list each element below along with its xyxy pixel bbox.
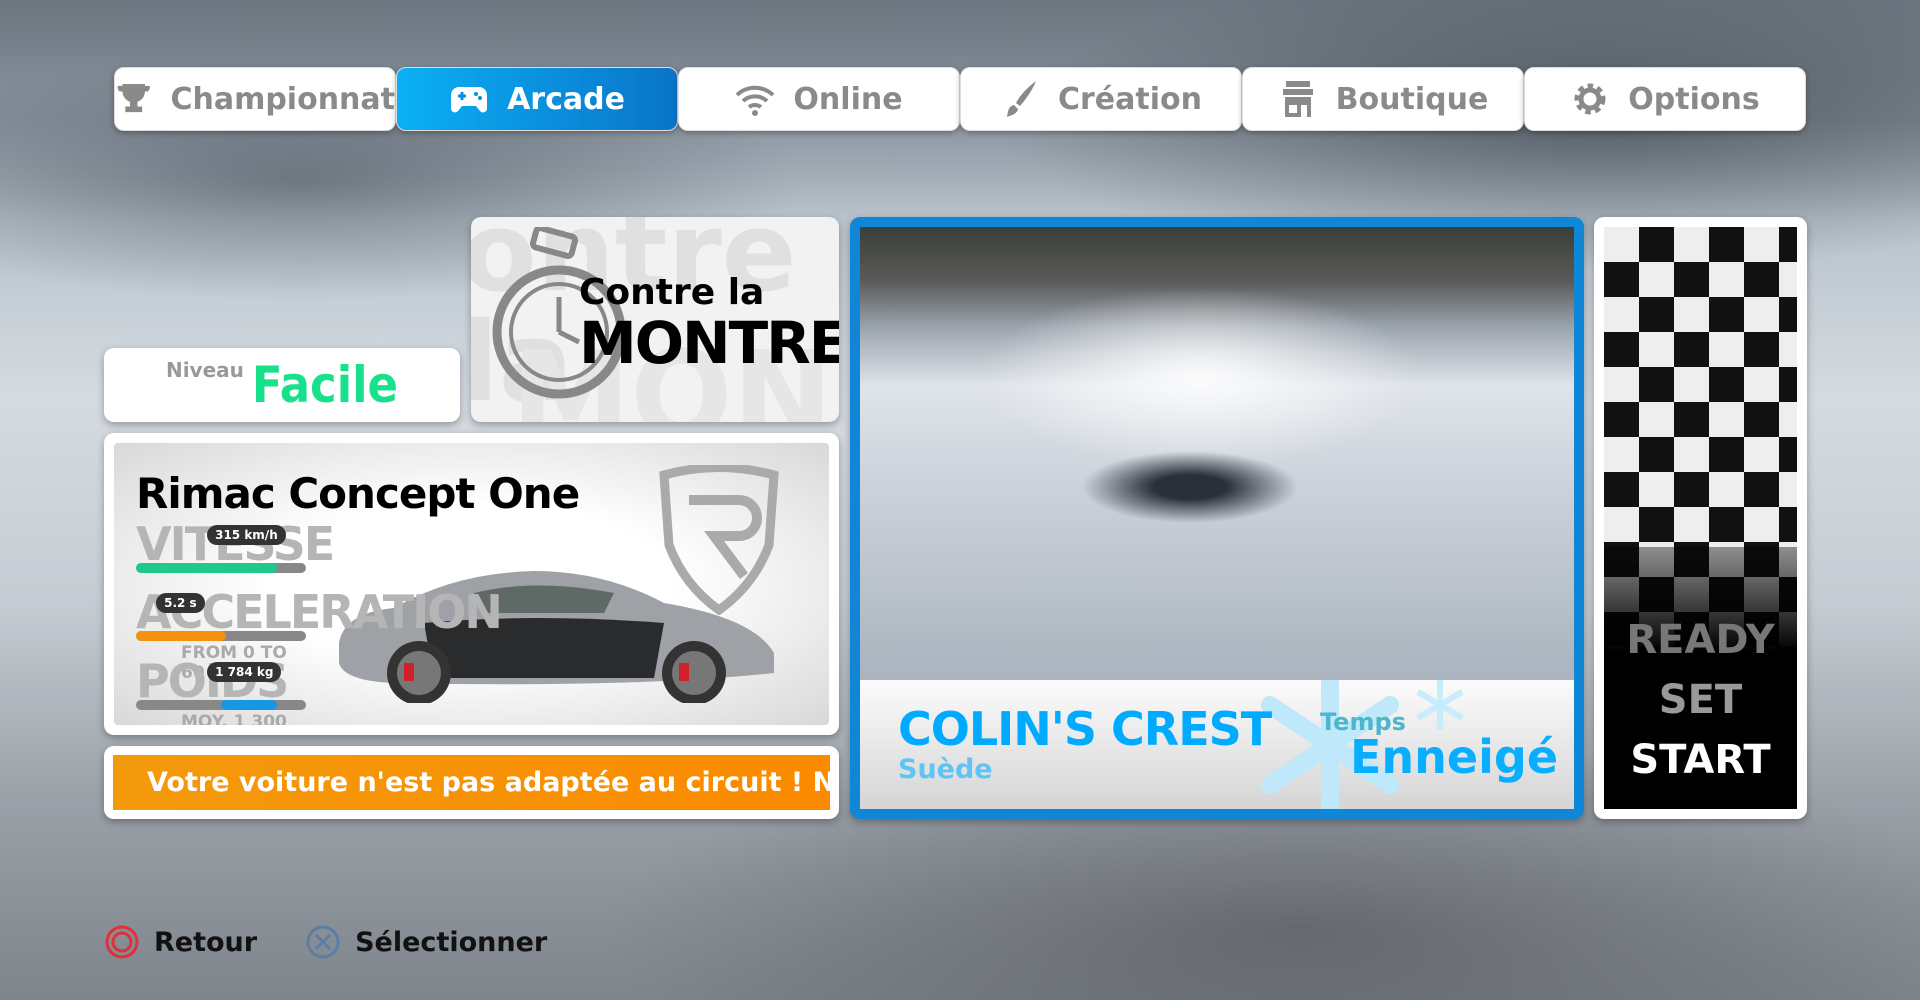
wifi-icon <box>736 85 775 116</box>
stat-bar-fill <box>136 631 227 641</box>
warning-text: Votre voiture n'est pas adaptée au circu… <box>147 767 830 798</box>
brush-icon <box>1007 81 1036 117</box>
tab-label: Championnat <box>170 81 395 117</box>
difficulty-selector[interactable]: Niveau Facile <box>104 348 460 422</box>
back-label: Retour <box>154 926 258 958</box>
start-text: START <box>1630 737 1771 783</box>
trophy-icon <box>117 84 150 113</box>
tab-options[interactable]: Options <box>1524 67 1806 131</box>
stat-sub: MOY. 1 300 KG <box>181 712 287 725</box>
car-card[interactable]: Rimac Concept One VITESSE 315 km/h ACCEL… <box>104 433 839 735</box>
select-label: Sélectionner <box>355 926 548 958</box>
track-card[interactable]: COLIN'S CREST Suède Temps Enneigé <box>850 217 1584 819</box>
stat-vitesse: VITESSE 315 km/h <box>136 521 335 575</box>
footer-controls: Retour Sélectionner <box>104 924 547 960</box>
stat-bar <box>136 563 306 573</box>
cross-button-icon <box>306 925 340 959</box>
mode-title-line2: MONTRE <box>579 309 839 377</box>
tab-label: Boutique <box>1335 81 1489 117</box>
gamepad-icon <box>451 87 488 113</box>
start-button[interactable]: READY SET START <box>1594 217 1807 819</box>
shop-icon <box>1282 81 1313 117</box>
stat-bar <box>136 700 306 710</box>
stat-bar <box>136 631 306 641</box>
mode-title-line1: Contre la <box>579 272 765 313</box>
tab-online[interactable]: Online <box>678 67 960 131</box>
tab-label: Création <box>1058 81 1202 117</box>
tab-championnat[interactable]: Championnat <box>114 67 396 131</box>
gear-icon <box>1574 83 1606 115</box>
stat-bar-fill <box>221 700 278 710</box>
stat-poids: POIDS 1 784 kg MOY. 1 300 KG <box>136 658 306 725</box>
tab-label: Arcade <box>507 81 625 117</box>
ready-text: READY <box>1626 617 1775 663</box>
track-photo <box>860 227 1574 680</box>
track-name: COLIN'S CREST <box>898 702 1272 756</box>
difficulty-label: Niveau <box>165 358 244 382</box>
tab-boutique[interactable]: Boutique <box>1242 67 1524 131</box>
stat-bar-fill <box>136 563 278 573</box>
main-nav: Championnat Arcade Online Création Bouti… <box>114 67 1806 131</box>
stat-value: 1 784 kg <box>207 662 282 682</box>
circle-button-icon <box>105 925 139 959</box>
tab-label: Options <box>1628 81 1760 117</box>
tab-creation[interactable]: Création <box>960 67 1242 131</box>
tab-arcade[interactable]: Arcade <box>396 67 678 131</box>
weather-value: Enneigé <box>1350 730 1559 784</box>
car-name: Rimac Concept One <box>136 469 580 518</box>
stat-value: 315 km/h <box>207 525 286 545</box>
select-button[interactable]: Sélectionner <box>305 924 547 960</box>
warning-banner: Votre voiture n'est pas adaptée au circu… <box>104 746 839 819</box>
back-button[interactable]: Retour <box>104 924 257 960</box>
mode-card[interactable]: ontre la MON Contre la MONTRE <box>471 217 839 422</box>
tab-label: Online <box>793 81 903 117</box>
difficulty-value: Facile <box>251 356 399 414</box>
set-text: SET <box>1658 677 1743 723</box>
stat-value: 5.2 s <box>156 593 205 613</box>
track-country: Suède <box>898 754 993 785</box>
